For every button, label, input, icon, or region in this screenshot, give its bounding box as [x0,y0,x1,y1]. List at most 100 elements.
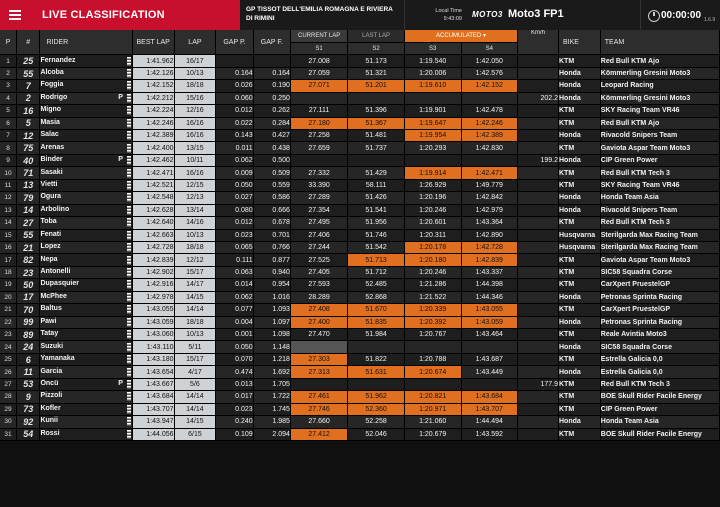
checkered-flag-icon [126,429,131,439]
table-row[interactable]: 4 2 P Rodrigo 1:42.212 15/16 0.060 0.250 202.2 Ho… [0,92,720,106]
gap-previous-cell: 0.080 [215,204,254,218]
table-row[interactable]: 23 89 Tatay 1:43.060 10/13 0.001 1.098 27.470 51… [0,328,720,342]
last-lap-toggle[interactable]: LAST LAP [347,30,405,43]
bike-cell: KTM [558,303,601,317]
classification-table: P # RIDER BEST LAP LAP GAP P. GAP F. CUR… [0,30,720,441]
sector-3-cell [404,154,462,168]
rider-name: Arenas [40,143,65,151]
team-cell: Reale Avintia Moto3 [600,328,720,342]
sector-2-cell: 52.258 [347,415,405,429]
table-row[interactable]: 20 17 McPhee 1:42.978 14/15 0.062 1.016 28.289 5… [0,291,720,305]
position-cell: 3 [0,79,18,93]
table-row[interactable]: 7 12 Salac 1:42.389 16/16 0.143 0.427 27.258 51.… [0,129,720,143]
table-row[interactable]: 15 55 Fenati 1:42.663 10/13 0.023 0.701 27.406 5… [0,229,720,242]
lap-count-cell: 14/14 [174,390,217,404]
position-cell: 22 [0,316,18,330]
table-row[interactable]: 17 82 Nepa 1:42.839 12/12 0.111 0.877 27.525 51.… [0,253,720,267]
checkered-flag-icon [126,106,131,116]
table-row[interactable]: 21 70 Baltus 1:43.055 14/14 0.077 1.093 27.408 5… [0,303,720,317]
table-row[interactable]: 27 53 P Öncü 1:43.667 5/6 0.013 1.705 177.9 KTM Re… [0,378,720,392]
gap-previous-cell: 0.143 [215,129,254,143]
current-lap-toggle[interactable]: CURRENT LAP [290,30,349,43]
col-s1: S1 [290,42,349,56]
lap-count-cell: 14/15 [174,415,217,429]
sector-1-cell: 27.071 [290,79,349,93]
table-row[interactable]: 8 75 Arenas 1:42.400 13/15 0.011 0.438 27.659 51… [0,141,720,155]
checkered-flag-icon [126,243,131,253]
table-row[interactable]: 13 14 Arbolino 1:42.628 13/14 0.080 0.666 27.35… [0,204,720,218]
table-row[interactable]: 19 50 Dupasquier 1:42.916 14/17 0.014 0.954 27.… [0,278,720,292]
rider-name: Toba [40,218,57,226]
gap-previous-cell: 0.050 [215,179,254,193]
speed-cell [517,353,559,367]
table-row[interactable]: 26 11 Garcia 1:43.654 4/17 0.474 1.692 27.313 51… [0,365,720,379]
table-row[interactable]: 10 71 Sasaki 1:42.471 16/16 0.009 0.509 27.332 5… [0,166,720,180]
best-lap-cell: 1:42.916 [132,278,175,292]
speed-cell [517,303,559,317]
team-cell: BOE Skull Rider Facile Energy [600,428,720,441]
table-row[interactable]: 9 40 P Binder 1:42.462 10/11 0.062 0.500 199.2 Ho… [0,154,720,168]
rider-name-cell: Sasaki [39,166,133,180]
col-team: TEAM [600,30,720,56]
table-row[interactable]: 11 13 Vietti 1:42.521 12/15 0.050 0.559 33.390 5… [0,179,720,193]
position-cell: 6 [0,117,18,131]
table-row[interactable]: 28 9 Pizzoli 1:43.684 14/14 0.017 1.722 27.461 5… [0,390,720,404]
speed-cell [517,241,559,255]
table-row[interactable]: 24 24 Suzuki 1:43.110 5/11 0.050 1.148 Honda SIC… [0,340,720,354]
table-row[interactable]: 3 7 Foggia 1:42.152 18/18 0.026 0.190 27.071 51.… [0,79,720,93]
checkered-flag-icon [126,268,131,278]
sector-3-cell: 1:21.286 [404,278,462,292]
gap-first-cell: 1.985 [253,415,291,429]
rider-name: Fernandez [40,56,76,64]
sector-4-cell: 1:43.464 [461,328,519,342]
sector-1-cell: 27.470 [290,328,349,342]
rider-number-cell: 6 [16,353,41,367]
table-row[interactable]: 5 16 Migno 1:42.224 12/16 0.012 0.262 27.111 51.… [0,104,720,118]
sector-2-cell: 52.360 [347,403,405,417]
table-row[interactable]: 25 6 Yamanaka 1:43.180 15/17 0.070 1.218 27.303… [0,353,720,367]
table-row[interactable]: 18 23 Antonelli 1:42.902 15/17 0.063 0.940 27.4… [0,266,720,280]
speed-cell [517,428,559,441]
sector-2-cell: 51.822 [347,353,405,367]
clock-icon [648,10,660,22]
table-row[interactable]: 22 99 Pawi 1:43.059 18/18 0.004 1.097 27.400 51.… [0,316,720,330]
speed-cell [517,403,559,417]
sector-2-cell: 52.868 [347,291,405,305]
table-row[interactable]: 16 21 Lopez 1:42.728 18/18 0.065 0.766 27.244 51… [0,241,720,255]
best-lap-cell: 1:42.212 [132,92,175,106]
col-best-lap: BEST LAP [132,30,175,56]
position-cell: 26 [0,365,18,379]
table-row[interactable]: 12 79 Ogura 1:42.548 12/13 0.027 0.586 27.289 51… [0,191,720,205]
table-row[interactable]: 1 25 Fernandez 1:41.962 16/17 27.008 51.173 1:1… [0,54,720,68]
sector-2-cell: 51.631 [347,365,405,379]
sector-3-cell: 1:20.679 [404,428,462,441]
position-cell: 11 [0,179,18,193]
table-row[interactable]: 6 5 Masia 1:42.246 16/16 0.022 0.284 27.180 51.3… [0,117,720,131]
position-cell: 8 [0,141,18,155]
checkered-flag-icon [126,355,131,365]
checkered-flag-icon [126,367,131,377]
position-cell: 25 [0,353,18,367]
table-row[interactable]: 29 73 Kofler 1:43.707 14/14 0.023 1.745 27.746 5… [0,403,720,417]
rider-name-cell: Antonelli [39,266,133,280]
table-row[interactable]: 31 54 Rossi 1:44.056 6/15 0.109 2.094 27.412 52.… [0,428,720,441]
gap-first-cell: 1.016 [253,291,291,305]
table-row[interactable]: 30 92 Kunii 1:43.947 14/15 0.240 1.985 27.660 52… [0,415,720,429]
sector-3-cell: 1:20.246 [404,204,462,218]
team-cell: CarXpert PruestelGP [600,303,720,317]
gap-previous-cell: 0.004 [215,316,254,330]
bike-cell: KTM [558,353,601,367]
checkered-flag-icon [126,255,131,265]
menu-button[interactable] [0,0,30,30]
table-row[interactable]: 2 55 Alcoba 1:42.126 10/13 0.164 0.164 27.059 51… [0,67,720,81]
gap-previous-cell [215,54,254,68]
rider-number-cell: 7 [16,79,41,93]
sector-4-cell: 1:43.055 [461,303,519,317]
accumulated-dropdown[interactable]: ACCUMULATED ▾ [404,30,519,43]
checkered-flag-icon [126,342,131,352]
sector-3-cell: 1:19.954 [404,129,462,143]
pit-indicator: P [118,156,123,164]
team-cell: Red Bull KTM Tech 3 [600,378,720,392]
table-row[interactable]: 14 27 Toba 1:42.640 14/16 0.012 0.678 27.495 51.… [0,216,720,230]
gap-previous-cell: 0.109 [215,428,254,441]
